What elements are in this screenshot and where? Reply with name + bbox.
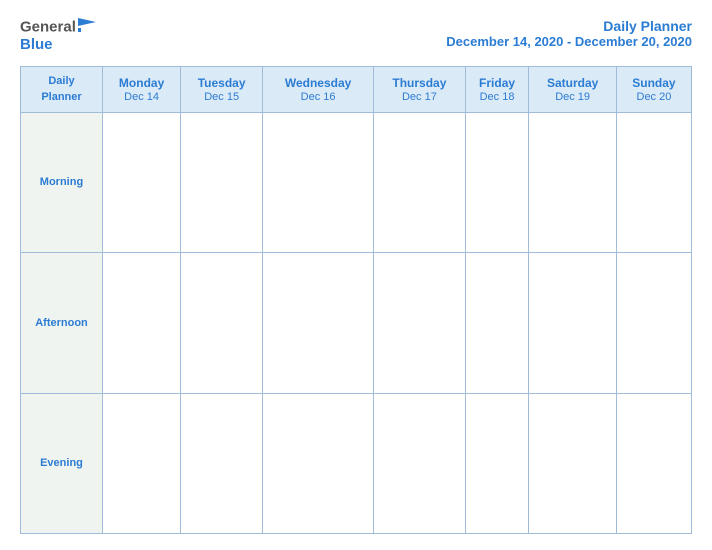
evening-friday-cell[interactable] xyxy=(465,393,529,533)
header-wednesday: Wednesday Dec 16 xyxy=(263,67,374,113)
afternoon-label-text: Afternoon xyxy=(35,317,88,329)
afternoon-sunday-cell[interactable] xyxy=(616,253,691,393)
logo-general-text: General xyxy=(20,19,76,36)
header: General Blue Daily Planner December 14, … xyxy=(20,18,692,52)
header-friday-date: Dec 18 xyxy=(468,91,527,103)
header-monday-date: Dec 14 xyxy=(105,91,178,103)
evening-label: Evening xyxy=(21,393,103,533)
evening-label-text: Evening xyxy=(40,457,83,469)
afternoon-saturday-cell[interactable] xyxy=(529,253,617,393)
morning-monday-cell[interactable] xyxy=(103,112,181,252)
afternoon-friday-cell[interactable] xyxy=(465,253,529,393)
header-sunday-date: Dec 20 xyxy=(619,91,689,103)
morning-wednesday-cell[interactable] xyxy=(263,112,374,252)
header-tuesday: Tuesday Dec 15 xyxy=(181,67,263,113)
header-thursday: Thursday Dec 17 xyxy=(374,67,466,113)
header-wednesday-date: Dec 16 xyxy=(265,91,371,103)
header-monday: Monday Dec 14 xyxy=(103,67,181,113)
header-daily-planner-text: DailyPlanner xyxy=(41,75,81,103)
header-daily-planner: DailyPlanner xyxy=(21,67,103,113)
afternoon-tuesday-cell[interactable] xyxy=(181,253,263,393)
afternoon-thursday-cell[interactable] xyxy=(374,253,466,393)
evening-sunday-cell[interactable] xyxy=(616,393,691,533)
header-thursday-date: Dec 17 xyxy=(376,91,463,103)
header-friday-name: Friday xyxy=(468,76,527,92)
planner-title: Daily Planner xyxy=(446,18,692,34)
logo-blue-text: Blue xyxy=(20,37,96,52)
page: General Blue Daily Planner December 14, … xyxy=(0,0,712,550)
morning-label-text: Morning xyxy=(40,176,83,188)
afternoon-wednesday-cell[interactable] xyxy=(263,253,374,393)
header-sunday: Sunday Dec 20 xyxy=(616,67,691,113)
morning-sunday-cell[interactable] xyxy=(616,112,691,252)
afternoon-monday-cell[interactable] xyxy=(103,253,181,393)
logo-flag-icon xyxy=(78,18,96,37)
header-wednesday-name: Wednesday xyxy=(265,76,371,92)
evening-saturday-cell[interactable] xyxy=(529,393,617,533)
header-saturday: Saturday Dec 19 xyxy=(529,67,617,113)
morning-saturday-cell[interactable] xyxy=(529,112,617,252)
morning-thursday-cell[interactable] xyxy=(374,112,466,252)
morning-tuesday-cell[interactable] xyxy=(181,112,263,252)
afternoon-label: Afternoon xyxy=(21,253,103,393)
header-thursday-name: Thursday xyxy=(376,76,463,92)
afternoon-row: Afternoon xyxy=(21,253,692,393)
planner-table: DailyPlanner Monday Dec 14 Tuesday Dec 1… xyxy=(20,66,692,534)
evening-wednesday-cell[interactable] xyxy=(263,393,374,533)
header-tuesday-date: Dec 15 xyxy=(183,91,260,103)
header-friday: Friday Dec 18 xyxy=(465,67,529,113)
header-tuesday-name: Tuesday xyxy=(183,76,260,92)
date-range: December 14, 2020 - December 20, 2020 xyxy=(446,34,692,49)
table-header-row: DailyPlanner Monday Dec 14 Tuesday Dec 1… xyxy=(21,67,692,113)
logo: General Blue xyxy=(20,18,96,52)
morning-friday-cell[interactable] xyxy=(465,112,529,252)
header-saturday-date: Dec 19 xyxy=(531,91,614,103)
header-monday-name: Monday xyxy=(105,76,178,92)
morning-label: Morning xyxy=(21,112,103,252)
morning-row: Morning xyxy=(21,112,692,252)
header-sunday-name: Sunday xyxy=(619,76,689,92)
header-right: Daily Planner December 14, 2020 - Decemb… xyxy=(446,18,692,49)
evening-tuesday-cell[interactable] xyxy=(181,393,263,533)
evening-row: Evening xyxy=(21,393,692,533)
evening-thursday-cell[interactable] xyxy=(374,393,466,533)
evening-monday-cell[interactable] xyxy=(103,393,181,533)
header-saturday-name: Saturday xyxy=(531,76,614,92)
